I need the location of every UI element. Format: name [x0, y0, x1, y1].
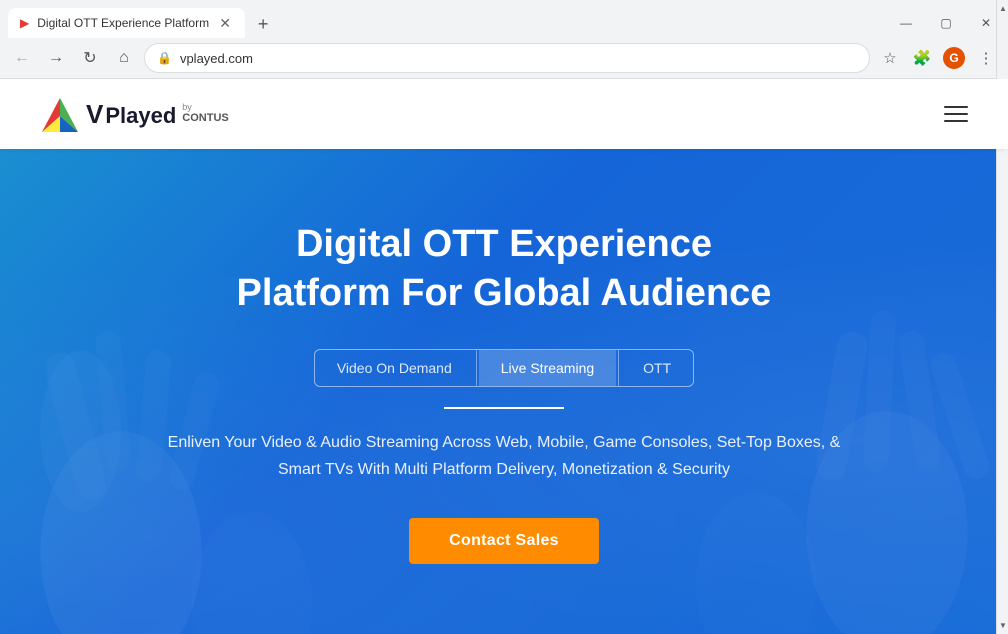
hamburger-menu[interactable]: [944, 106, 968, 122]
svg-text:G: G: [949, 51, 958, 65]
tab-favicon: ▶: [20, 16, 29, 30]
hamburger-line-2: [944, 113, 968, 115]
site-navbar: V Played by CONTUS: [0, 79, 1008, 149]
scroll-up-arrow[interactable]: ▲: [997, 0, 1008, 17]
home-button[interactable]: ⌂: [110, 44, 138, 72]
maximize-button[interactable]: ▢: [932, 9, 960, 37]
site-logo: V Played by CONTUS: [40, 94, 229, 134]
hero-tab-buttons: Video On Demand Live Streaming OTT: [314, 349, 694, 387]
tab-live-streaming[interactable]: Live Streaming: [479, 350, 616, 386]
reload-button[interactable]: ↻: [76, 44, 104, 72]
minimize-button[interactable]: —: [892, 9, 920, 37]
hero-section: Digital OTT Experience Platform For Glob…: [0, 149, 1008, 634]
logo-contus-text: CONTUS: [182, 112, 228, 125]
back-button[interactable]: ←: [8, 44, 36, 72]
hamburger-line-3: [944, 120, 968, 122]
logo-by-text: by: [182, 103, 228, 112]
hamburger-line-1: [944, 106, 968, 108]
forward-button[interactable]: →: [42, 44, 70, 72]
tab-divider-1: [476, 350, 477, 386]
extensions-icon[interactable]: 🧩: [908, 44, 936, 72]
tab-title: Digital OTT Experience Platform: [37, 16, 209, 30]
tab-active-underline: [444, 407, 564, 409]
logo-played-text: Played: [105, 103, 176, 129]
logo-v-text: V: [86, 99, 103, 130]
lock-icon: 🔒: [157, 51, 172, 65]
tab-close-button[interactable]: ✕: [217, 15, 233, 31]
profile-icon[interactable]: G: [940, 44, 968, 72]
browser-tab[interactable]: ▶ Digital OTT Experience Platform ✕: [8, 8, 245, 38]
website-content: V Played by CONTUS: [0, 79, 1008, 634]
hero-description: Enliven Your Video & Audio Streaming Acr…: [164, 429, 844, 483]
url-text: vplayed.com: [180, 51, 253, 66]
hero-title: Digital OTT Experience Platform For Glob…: [237, 220, 772, 319]
logo-icon: [40, 94, 80, 134]
bookmark-icon[interactable]: ☆: [876, 44, 904, 72]
tab-divider-2: [618, 350, 619, 386]
contact-sales-button[interactable]: Contact Sales: [409, 518, 599, 564]
new-tab-button[interactable]: +: [249, 10, 277, 38]
tab-video-on-demand[interactable]: Video On Demand: [315, 350, 474, 386]
scroll-down-arrow[interactable]: ▼: [997, 617, 1008, 634]
address-bar[interactable]: 🔒 vplayed.com: [144, 43, 870, 73]
tab-ott[interactable]: OTT: [621, 350, 693, 386]
